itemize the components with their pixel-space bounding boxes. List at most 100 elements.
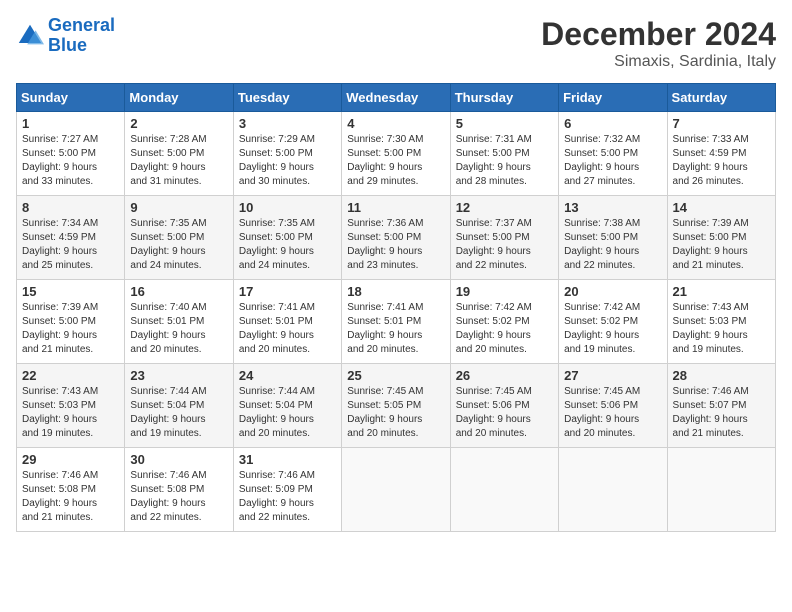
calendar-day-cell: 19 Sunrise: 7:42 AM Sunset: 5:02 PM Dayli… — [450, 280, 558, 364]
calendar-week-row: 15Sunrise: 7:39 AM Sunset: 5:00 PM Dayli… — [17, 280, 776, 364]
day-info: Sunrise: 7:46 AM Sunset: 5:08 PM Dayligh… — [22, 469, 119, 525]
calendar-day-cell: 4Sunrise: 7:30 AM Sunset: 5:00 PM Daylig… — [342, 112, 450, 196]
calendar-day-cell: 30 Sunrise: 7:46 AM Sunset: 5:08 PM Dayli… — [125, 448, 233, 532]
day-info: Sunrise: 7:39 AM Sunset: 5:00 PM Dayligh… — [673, 217, 770, 273]
day-number: 11 — [347, 200, 444, 215]
weekday-header-monday: Monday — [125, 84, 233, 112]
weekday-header-wednesday: Wednesday — [342, 84, 450, 112]
weekday-header-saturday: Saturday — [667, 84, 775, 112]
weekday-header-thursday: Thursday — [450, 84, 558, 112]
calendar-day-cell — [450, 448, 558, 532]
calendar-week-row: 1Sunrise: 7:27 AM Sunset: 5:00 PM Daylig… — [17, 112, 776, 196]
logo-line1: General — [48, 15, 115, 35]
calendar-week-row: 8 Sunrise: 7:34 AM Sunset: 4:59 PM Daylig… — [17, 196, 776, 280]
title-block: December 2024 Simaxis, Sardinia, Italy — [541, 16, 776, 71]
day-number: 24 — [239, 368, 336, 383]
day-number: 13 — [564, 200, 661, 215]
day-info: Sunrise: 7:46 AM Sunset: 5:07 PM Dayligh… — [673, 385, 770, 441]
day-number: 3 — [239, 116, 336, 131]
page-header: General Blue December 2024 Simaxis, Sard… — [16, 16, 776, 71]
calendar-day-cell: 2 Sunrise: 7:28 AM Sunset: 5:00 PM Daylig… — [125, 112, 233, 196]
calendar-week-row: 22 Sunrise: 7:43 AM Sunset: 5:03 PM Dayli… — [17, 364, 776, 448]
day-info: Sunrise: 7:46 AM Sunset: 5:09 PM Dayligh… — [239, 469, 336, 525]
day-info: Sunrise: 7:30 AM Sunset: 5:00 PM Dayligh… — [347, 133, 444, 189]
day-info: Sunrise: 7:37 AM Sunset: 5:00 PM Dayligh… — [456, 217, 553, 273]
calendar-day-cell: 8 Sunrise: 7:34 AM Sunset: 4:59 PM Daylig… — [17, 196, 125, 280]
calendar-day-cell: 13 Sunrise: 7:38 AM Sunset: 5:00 PM Dayli… — [559, 196, 667, 280]
weekday-header-sunday: Sunday — [17, 84, 125, 112]
day-info: Sunrise: 7:46 AM Sunset: 5:08 PM Dayligh… — [130, 469, 227, 525]
logo: General Blue — [16, 16, 115, 56]
calendar-day-cell: 24 Sunrise: 7:44 AM Sunset: 5:04 PM Dayli… — [233, 364, 341, 448]
day-number: 14 — [673, 200, 770, 215]
day-info: Sunrise: 7:32 AM Sunset: 5:00 PM Dayligh… — [564, 133, 661, 189]
day-number: 9 — [130, 200, 227, 215]
logo-line2: Blue — [48, 35, 87, 55]
calendar-table: SundayMondayTuesdayWednesdayThursdayFrid… — [16, 83, 776, 532]
day-number: 19 — [456, 284, 553, 299]
day-number: 2 — [130, 116, 227, 131]
day-number: 22 — [22, 368, 119, 383]
calendar-day-cell: 20Sunrise: 7:42 AM Sunset: 5:02 PM Dayli… — [559, 280, 667, 364]
calendar-day-cell: 5Sunrise: 7:31 AM Sunset: 5:00 PM Daylig… — [450, 112, 558, 196]
day-number: 18 — [347, 284, 444, 299]
day-info: Sunrise: 7:33 AM Sunset: 4:59 PM Dayligh… — [673, 133, 770, 189]
day-number: 30 — [130, 452, 227, 467]
day-info: Sunrise: 7:38 AM Sunset: 5:00 PM Dayligh… — [564, 217, 661, 273]
calendar-day-cell: 27Sunrise: 7:45 AM Sunset: 5:06 PM Dayli… — [559, 364, 667, 448]
calendar-day-cell: 21 Sunrise: 7:43 AM Sunset: 5:03 PM Dayli… — [667, 280, 775, 364]
calendar-day-cell: 11Sunrise: 7:36 AM Sunset: 5:00 PM Dayli… — [342, 196, 450, 280]
day-number: 26 — [456, 368, 553, 383]
day-info: Sunrise: 7:41 AM Sunset: 5:01 PM Dayligh… — [347, 301, 444, 357]
day-info: Sunrise: 7:43 AM Sunset: 5:03 PM Dayligh… — [673, 301, 770, 357]
calendar-day-cell: 10 Sunrise: 7:35 AM Sunset: 5:00 PM Dayli… — [233, 196, 341, 280]
calendar-day-cell: 7 Sunrise: 7:33 AM Sunset: 4:59 PM Daylig… — [667, 112, 775, 196]
logo-icon — [16, 22, 44, 50]
calendar-day-cell: 29Sunrise: 7:46 AM Sunset: 5:08 PM Dayli… — [17, 448, 125, 532]
day-info: Sunrise: 7:42 AM Sunset: 5:02 PM Dayligh… — [456, 301, 553, 357]
calendar-day-cell — [342, 448, 450, 532]
calendar-day-cell: 14 Sunrise: 7:39 AM Sunset: 5:00 PM Dayli… — [667, 196, 775, 280]
day-number: 21 — [673, 284, 770, 299]
day-info: Sunrise: 7:41 AM Sunset: 5:01 PM Dayligh… — [239, 301, 336, 357]
calendar-day-cell: 3Sunrise: 7:29 AM Sunset: 5:00 PM Daylig… — [233, 112, 341, 196]
calendar-day-cell: 31Sunrise: 7:46 AM Sunset: 5:09 PM Dayli… — [233, 448, 341, 532]
calendar-day-cell: 26 Sunrise: 7:45 AM Sunset: 5:06 PM Dayli… — [450, 364, 558, 448]
calendar-day-cell: 23 Sunrise: 7:44 AM Sunset: 5:04 PM Dayli… — [125, 364, 233, 448]
day-info: Sunrise: 7:43 AM Sunset: 5:03 PM Dayligh… — [22, 385, 119, 441]
calendar-day-cell — [667, 448, 775, 532]
calendar-day-cell: 12 Sunrise: 7:37 AM Sunset: 5:00 PM Dayli… — [450, 196, 558, 280]
day-number: 12 — [456, 200, 553, 215]
calendar-day-cell: 16Sunrise: 7:40 AM Sunset: 5:01 PM Dayli… — [125, 280, 233, 364]
day-info: Sunrise: 7:35 AM Sunset: 5:00 PM Dayligh… — [239, 217, 336, 273]
calendar-day-cell — [559, 448, 667, 532]
day-info: Sunrise: 7:45 AM Sunset: 5:06 PM Dayligh… — [456, 385, 553, 441]
day-info: Sunrise: 7:31 AM Sunset: 5:00 PM Dayligh… — [456, 133, 553, 189]
day-number: 1 — [22, 116, 119, 131]
day-number: 15 — [22, 284, 119, 299]
day-info: Sunrise: 7:44 AM Sunset: 5:04 PM Dayligh… — [239, 385, 336, 441]
day-number: 25 — [347, 368, 444, 383]
day-number: 8 — [22, 200, 119, 215]
weekday-header-tuesday: Tuesday — [233, 84, 341, 112]
calendar-day-cell: 28Sunrise: 7:46 AM Sunset: 5:07 PM Dayli… — [667, 364, 775, 448]
day-info: Sunrise: 7:35 AM Sunset: 5:00 PM Dayligh… — [130, 217, 227, 273]
calendar-day-cell: 17 Sunrise: 7:41 AM Sunset: 5:01 PM Dayli… — [233, 280, 341, 364]
day-number: 6 — [564, 116, 661, 131]
month-title: December 2024 — [541, 16, 776, 53]
calendar-day-cell: 1Sunrise: 7:27 AM Sunset: 5:00 PM Daylig… — [17, 112, 125, 196]
day-number: 16 — [130, 284, 227, 299]
day-number: 7 — [673, 116, 770, 131]
day-info: Sunrise: 7:44 AM Sunset: 5:04 PM Dayligh… — [130, 385, 227, 441]
day-info: Sunrise: 7:28 AM Sunset: 5:00 PM Dayligh… — [130, 133, 227, 189]
day-number: 23 — [130, 368, 227, 383]
calendar-day-cell: 22 Sunrise: 7:43 AM Sunset: 5:03 PM Dayli… — [17, 364, 125, 448]
day-info: Sunrise: 7:34 AM Sunset: 4:59 PM Dayligh… — [22, 217, 119, 273]
day-number: 17 — [239, 284, 336, 299]
calendar-day-cell: 6 Sunrise: 7:32 AM Sunset: 5:00 PM Daylig… — [559, 112, 667, 196]
day-number: 20 — [564, 284, 661, 299]
day-info: Sunrise: 7:45 AM Sunset: 5:05 PM Dayligh… — [347, 385, 444, 441]
day-number: 10 — [239, 200, 336, 215]
location-title: Simaxis, Sardinia, Italy — [541, 53, 776, 71]
calendar-header-row: SundayMondayTuesdayWednesdayThursdayFrid… — [17, 84, 776, 112]
